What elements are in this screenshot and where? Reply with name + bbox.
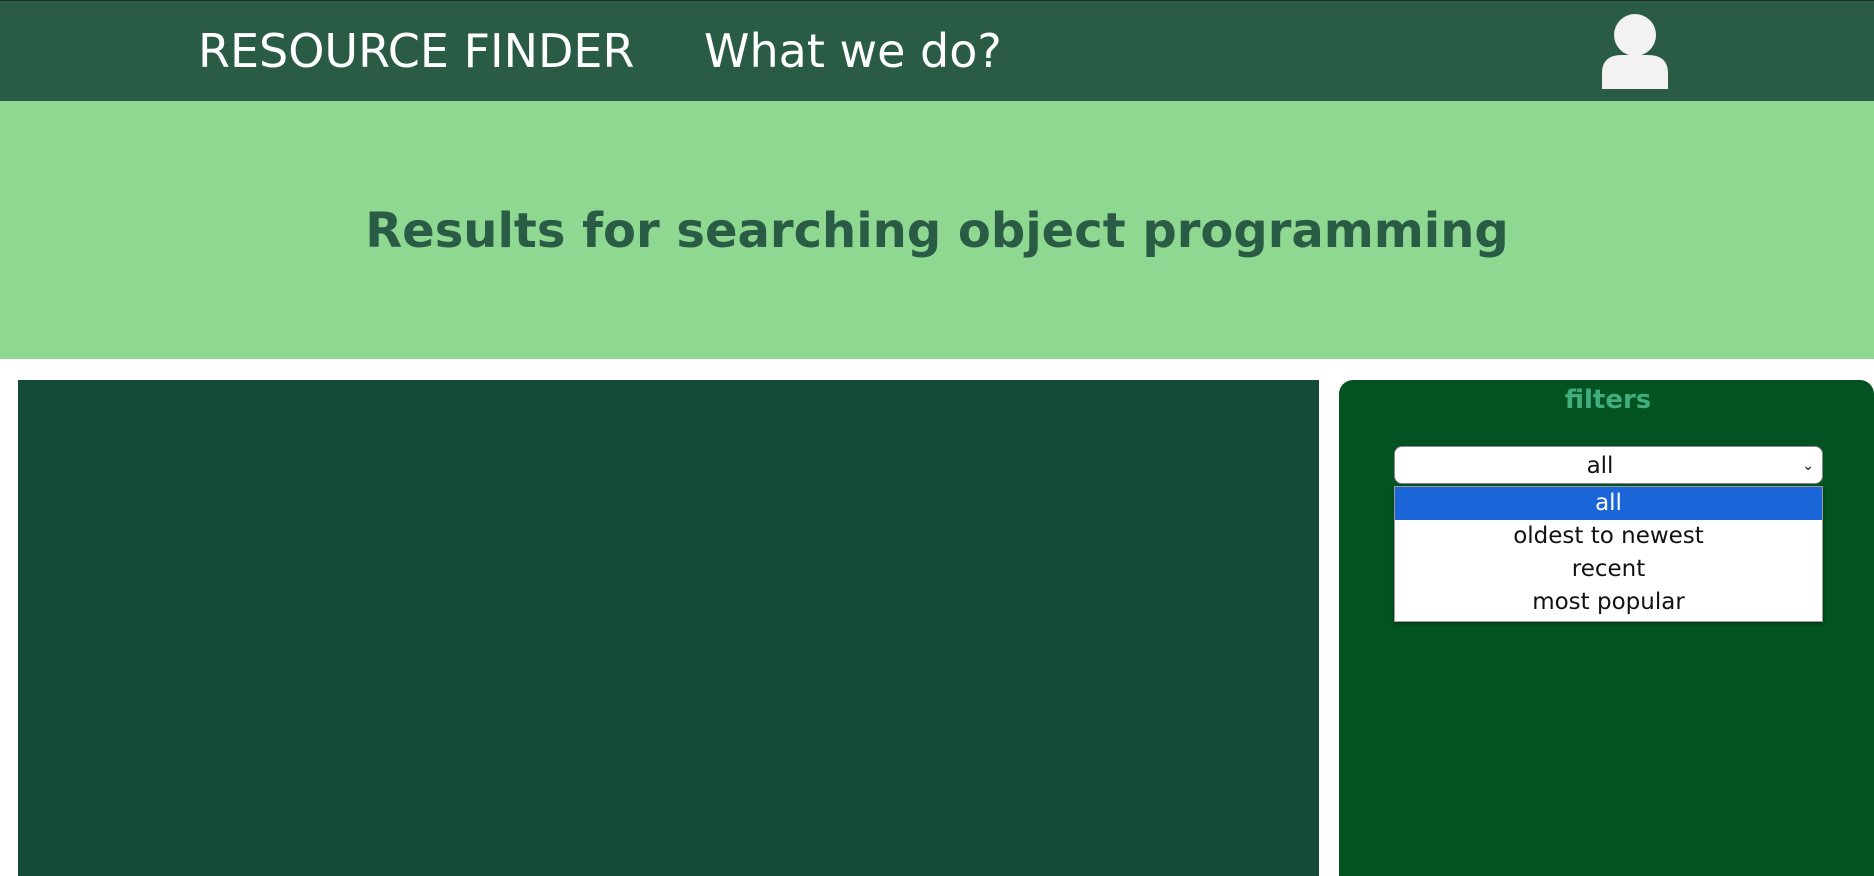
what-we-do-link[interactable]: What we do?: [704, 21, 1002, 81]
results-panel: [18, 380, 1319, 876]
sort-option[interactable]: all: [1395, 487, 1822, 520]
sort-option[interactable]: recent: [1395, 553, 1822, 586]
chevron-down-icon: ⌄: [1802, 458, 1814, 474]
user-avatar-button[interactable]: [1598, 11, 1672, 91]
brand-link[interactable]: RESOURCE FINDER: [198, 21, 634, 81]
page-title: Results for searching object programming: [365, 203, 1509, 259]
sort-option[interactable]: most popular: [1395, 586, 1822, 619]
hero-banner: Results for searching object programming: [0, 101, 1874, 359]
sort-options-dropdown: all oldest to newest recent most popular: [1394, 486, 1823, 622]
filters-title: filters: [1564, 385, 1652, 415]
user-icon: [1602, 14, 1668, 89]
top-navbar: RESOURCE FINDER What we do?: [0, 0, 1874, 101]
sort-select-value: all: [1586, 453, 1614, 479]
sort-option[interactable]: oldest to newest: [1395, 520, 1822, 553]
filters-panel: filters all ⌄ all oldest to newest recen…: [1339, 380, 1874, 876]
sort-select[interactable]: all ⌄: [1394, 446, 1823, 484]
